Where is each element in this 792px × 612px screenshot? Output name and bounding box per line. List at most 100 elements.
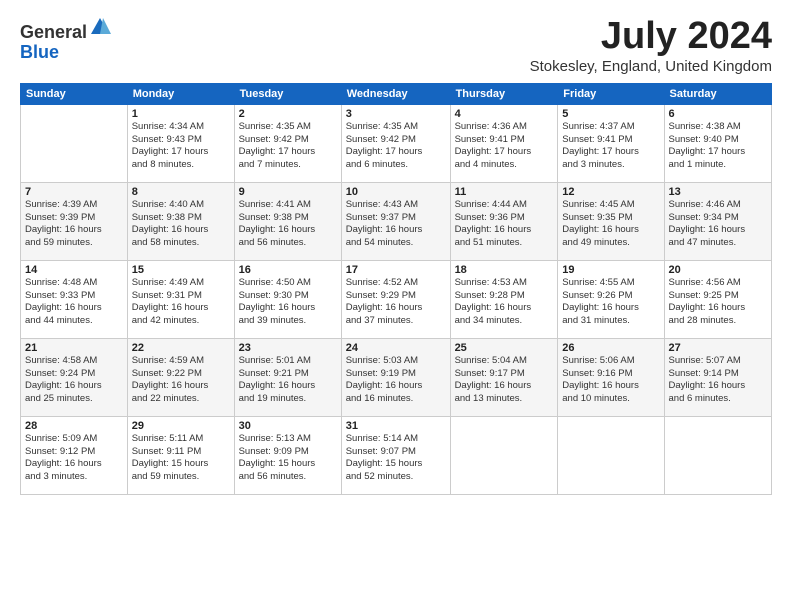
calendar-cell: 28Sunrise: 5:09 AMSunset: 9:12 PMDayligh…	[21, 416, 128, 494]
day-number: 17	[346, 264, 446, 276]
logo-blue: Blue	[20, 42, 59, 62]
calendar-cell: 8Sunrise: 4:40 AMSunset: 9:38 PMDaylight…	[127, 182, 234, 260]
calendar-week-4: 21Sunrise: 4:58 AMSunset: 9:24 PMDayligh…	[21, 338, 772, 416]
day-number: 4	[455, 108, 554, 120]
day-info: Sunrise: 4:59 AMSunset: 9:22 PMDaylight:…	[132, 355, 230, 406]
day-info: Sunrise: 4:37 AMSunset: 9:41 PMDaylight:…	[562, 121, 659, 172]
day-info: Sunrise: 4:44 AMSunset: 9:36 PMDaylight:…	[455, 199, 554, 250]
calendar-cell: 13Sunrise: 4:46 AMSunset: 9:34 PMDayligh…	[664, 182, 772, 260]
day-number: 29	[132, 420, 230, 432]
day-number: 28	[25, 420, 123, 432]
day-info: Sunrise: 4:36 AMSunset: 9:41 PMDaylight:…	[455, 121, 554, 172]
col-wednesday: Wednesday	[341, 83, 450, 104]
day-number: 19	[562, 264, 659, 276]
day-number: 30	[239, 420, 337, 432]
day-number: 31	[346, 420, 446, 432]
logo-icon	[89, 16, 111, 38]
day-info: Sunrise: 4:35 AMSunset: 9:42 PMDaylight:…	[239, 121, 337, 172]
day-number: 27	[669, 342, 768, 354]
day-info: Sunrise: 4:58 AMSunset: 9:24 PMDaylight:…	[25, 355, 123, 406]
day-info: Sunrise: 4:50 AMSunset: 9:30 PMDaylight:…	[239, 277, 337, 328]
calendar-cell	[664, 416, 772, 494]
day-info: Sunrise: 5:11 AMSunset: 9:11 PMDaylight:…	[132, 433, 230, 484]
day-info: Sunrise: 4:41 AMSunset: 9:38 PMDaylight:…	[239, 199, 337, 250]
day-number: 9	[239, 186, 337, 198]
logo: General Blue	[20, 16, 111, 63]
day-number: 8	[132, 186, 230, 198]
calendar-cell: 25Sunrise: 5:04 AMSunset: 9:17 PMDayligh…	[450, 338, 558, 416]
col-friday: Friday	[558, 83, 664, 104]
location: Stokesley, England, United Kingdom	[530, 58, 772, 75]
calendar-cell: 20Sunrise: 4:56 AMSunset: 9:25 PMDayligh…	[664, 260, 772, 338]
day-info: Sunrise: 4:43 AMSunset: 9:37 PMDaylight:…	[346, 199, 446, 250]
col-sunday: Sunday	[21, 83, 128, 104]
day-info: Sunrise: 4:53 AMSunset: 9:28 PMDaylight:…	[455, 277, 554, 328]
calendar-week-2: 7Sunrise: 4:39 AMSunset: 9:39 PMDaylight…	[21, 182, 772, 260]
day-number: 3	[346, 108, 446, 120]
day-number: 7	[25, 186, 123, 198]
calendar-cell: 4Sunrise: 4:36 AMSunset: 9:41 PMDaylight…	[450, 104, 558, 182]
day-number: 14	[25, 264, 123, 276]
day-info: Sunrise: 4:38 AMSunset: 9:40 PMDaylight:…	[669, 121, 768, 172]
calendar-cell: 7Sunrise: 4:39 AMSunset: 9:39 PMDaylight…	[21, 182, 128, 260]
day-info: Sunrise: 5:04 AMSunset: 9:17 PMDaylight:…	[455, 355, 554, 406]
day-info: Sunrise: 5:06 AMSunset: 9:16 PMDaylight:…	[562, 355, 659, 406]
calendar-cell: 26Sunrise: 5:06 AMSunset: 9:16 PMDayligh…	[558, 338, 664, 416]
day-number: 16	[239, 264, 337, 276]
day-number: 18	[455, 264, 554, 276]
calendar-week-3: 14Sunrise: 4:48 AMSunset: 9:33 PMDayligh…	[21, 260, 772, 338]
day-info: Sunrise: 4:52 AMSunset: 9:29 PMDaylight:…	[346, 277, 446, 328]
day-info: Sunrise: 4:56 AMSunset: 9:25 PMDaylight:…	[669, 277, 768, 328]
calendar-cell: 10Sunrise: 4:43 AMSunset: 9:37 PMDayligh…	[341, 182, 450, 260]
day-info: Sunrise: 4:35 AMSunset: 9:42 PMDaylight:…	[346, 121, 446, 172]
col-thursday: Thursday	[450, 83, 558, 104]
day-number: 21	[25, 342, 123, 354]
day-info: Sunrise: 4:49 AMSunset: 9:31 PMDaylight:…	[132, 277, 230, 328]
day-number: 25	[455, 342, 554, 354]
page-header: General Blue July 2024 Stokesley, Englan…	[20, 16, 772, 75]
day-info: Sunrise: 5:03 AMSunset: 9:19 PMDaylight:…	[346, 355, 446, 406]
day-number: 6	[669, 108, 768, 120]
calendar-cell: 24Sunrise: 5:03 AMSunset: 9:19 PMDayligh…	[341, 338, 450, 416]
day-number: 15	[132, 264, 230, 276]
calendar-table: Sunday Monday Tuesday Wednesday Thursday…	[20, 83, 772, 495]
day-info: Sunrise: 4:48 AMSunset: 9:33 PMDaylight:…	[25, 277, 123, 328]
calendar-cell: 5Sunrise: 4:37 AMSunset: 9:41 PMDaylight…	[558, 104, 664, 182]
day-info: Sunrise: 4:40 AMSunset: 9:38 PMDaylight:…	[132, 199, 230, 250]
day-info: Sunrise: 4:55 AMSunset: 9:26 PMDaylight:…	[562, 277, 659, 328]
calendar-cell: 19Sunrise: 4:55 AMSunset: 9:26 PMDayligh…	[558, 260, 664, 338]
day-info: Sunrise: 4:45 AMSunset: 9:35 PMDaylight:…	[562, 199, 659, 250]
calendar-cell: 16Sunrise: 4:50 AMSunset: 9:30 PMDayligh…	[234, 260, 341, 338]
calendar-cell: 15Sunrise: 4:49 AMSunset: 9:31 PMDayligh…	[127, 260, 234, 338]
calendar-cell: 23Sunrise: 5:01 AMSunset: 9:21 PMDayligh…	[234, 338, 341, 416]
calendar-cell: 2Sunrise: 4:35 AMSunset: 9:42 PMDaylight…	[234, 104, 341, 182]
calendar-cell	[21, 104, 128, 182]
day-number: 22	[132, 342, 230, 354]
calendar-week-1: 1Sunrise: 4:34 AMSunset: 9:43 PMDaylight…	[21, 104, 772, 182]
day-number: 26	[562, 342, 659, 354]
day-info: Sunrise: 5:01 AMSunset: 9:21 PMDaylight:…	[239, 355, 337, 406]
calendar-cell: 18Sunrise: 4:53 AMSunset: 9:28 PMDayligh…	[450, 260, 558, 338]
header-row: Sunday Monday Tuesday Wednesday Thursday…	[21, 83, 772, 104]
day-number: 1	[132, 108, 230, 120]
calendar-cell: 30Sunrise: 5:13 AMSunset: 9:09 PMDayligh…	[234, 416, 341, 494]
day-number: 13	[669, 186, 768, 198]
calendar-cell: 11Sunrise: 4:44 AMSunset: 9:36 PMDayligh…	[450, 182, 558, 260]
day-number: 11	[455, 186, 554, 198]
day-number: 2	[239, 108, 337, 120]
logo-general: General	[20, 22, 87, 42]
day-info: Sunrise: 5:07 AMSunset: 9:14 PMDaylight:…	[669, 355, 768, 406]
day-number: 23	[239, 342, 337, 354]
calendar-cell: 21Sunrise: 4:58 AMSunset: 9:24 PMDayligh…	[21, 338, 128, 416]
col-monday: Monday	[127, 83, 234, 104]
day-info: Sunrise: 4:46 AMSunset: 9:34 PMDaylight:…	[669, 199, 768, 250]
day-number: 5	[562, 108, 659, 120]
col-tuesday: Tuesday	[234, 83, 341, 104]
calendar-cell: 29Sunrise: 5:11 AMSunset: 9:11 PMDayligh…	[127, 416, 234, 494]
day-info: Sunrise: 4:34 AMSunset: 9:43 PMDaylight:…	[132, 121, 230, 172]
calendar-cell: 1Sunrise: 4:34 AMSunset: 9:43 PMDaylight…	[127, 104, 234, 182]
calendar-cell: 22Sunrise: 4:59 AMSunset: 9:22 PMDayligh…	[127, 338, 234, 416]
calendar-cell	[558, 416, 664, 494]
calendar-cell: 27Sunrise: 5:07 AMSunset: 9:14 PMDayligh…	[664, 338, 772, 416]
col-saturday: Saturday	[664, 83, 772, 104]
